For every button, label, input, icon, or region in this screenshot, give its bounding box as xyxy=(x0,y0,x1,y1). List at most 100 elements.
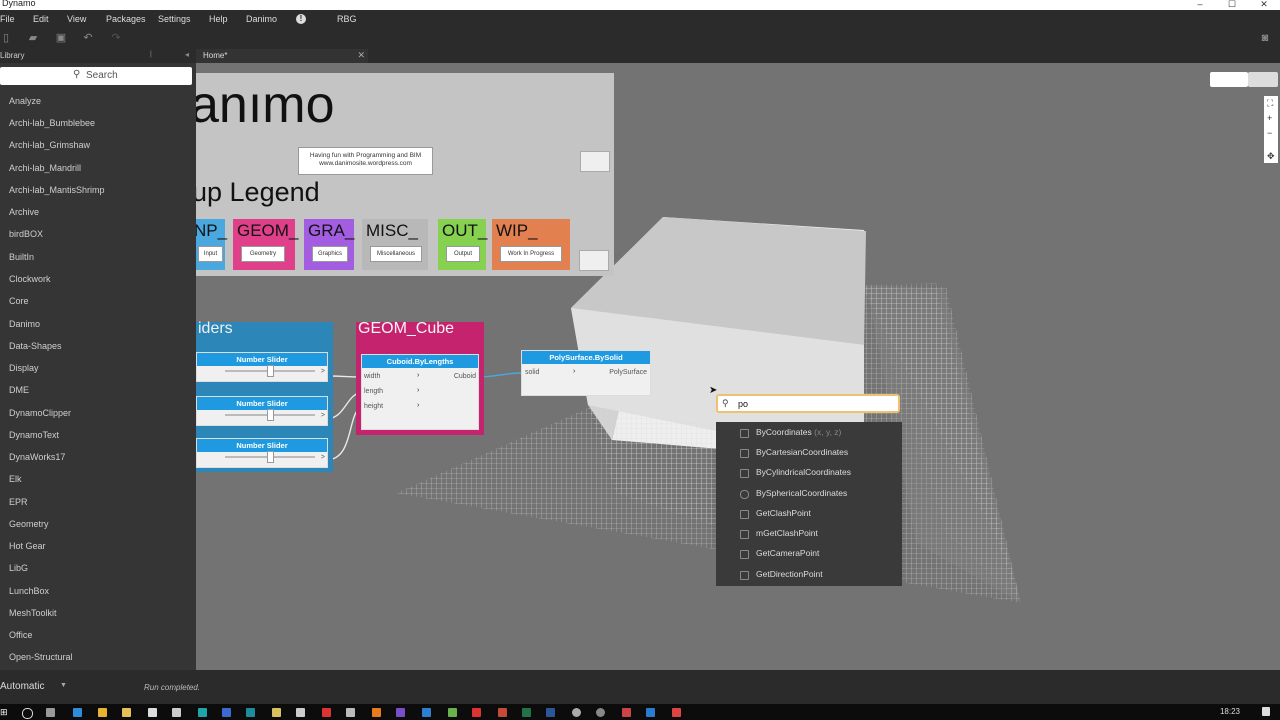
app-icon[interactable] xyxy=(246,708,255,717)
library-item-meshtoolkit[interactable]: MeshToolkit xyxy=(9,608,57,618)
maximize-button[interactable]: ☐ xyxy=(1216,0,1248,10)
fit-view-icon[interactable]: ⛶ xyxy=(1267,98,1273,109)
library-item-dynamotext[interactable]: DynamoText xyxy=(9,430,59,440)
alert-icon[interactable]: ! xyxy=(296,14,306,24)
menu-packages[interactable]: Packages xyxy=(106,14,146,24)
new-file-icon[interactable]: ▯ xyxy=(0,32,12,44)
save-icon[interactable]: ▣ xyxy=(55,32,67,44)
library-item-display[interactable]: Display xyxy=(9,363,39,373)
output-port-cuboid[interactable]: Cuboid xyxy=(454,373,476,380)
input-port-solid[interactable]: solid xyxy=(525,369,539,376)
app-icon[interactable] xyxy=(272,708,281,717)
output-port-polysurface[interactable]: PolySurface xyxy=(609,369,647,376)
number-slider-node[interactable]: Number Slider > xyxy=(196,352,328,382)
search-result-item[interactable]: ByCartesianCoordinates xyxy=(756,447,848,457)
library-item-hot-gear[interactable]: Hot Gear xyxy=(9,541,46,551)
library-item-archi-lab-mandrill[interactable]: Archi-lab_Mandrill xyxy=(9,163,81,173)
menu-file[interactable]: File xyxy=(0,14,15,24)
library-search[interactable]: ⚲ Search xyxy=(0,67,192,85)
search-result-item[interactable]: mGetClashPoint xyxy=(756,528,818,538)
library-item-libg[interactable]: LibG xyxy=(9,563,28,573)
run-mode-dropdown[interactable]: Automatic xyxy=(0,681,44,692)
menu-settings[interactable]: Settings xyxy=(158,14,191,24)
slider-thumb[interactable] xyxy=(267,451,274,463)
tab-close-icon[interactable]: ✕ xyxy=(357,50,365,61)
minimize-button[interactable]: – xyxy=(1184,0,1216,10)
library-item-dynamoclipper[interactable]: DynamoClipper xyxy=(9,408,71,418)
menu-help[interactable]: Help xyxy=(209,14,228,24)
cuboid-node[interactable]: Cuboid.ByLengths width length height › ›… xyxy=(361,354,479,430)
explorer-icon[interactable] xyxy=(122,708,131,717)
pan-icon[interactable]: ✥ xyxy=(1264,151,1278,163)
app-icon[interactable] xyxy=(346,708,355,717)
library-item-geometry[interactable]: Geometry xyxy=(9,519,49,529)
close-button[interactable]: ✕ xyxy=(1248,0,1280,10)
revit-icon[interactable] xyxy=(222,708,231,717)
menu-rbg[interactable]: RBG xyxy=(337,14,357,24)
collapse-icon[interactable]: ◂ xyxy=(185,50,189,59)
search-result-item[interactable]: ByCylindricalCoordinates xyxy=(756,467,851,477)
pin-icon[interactable]: | xyxy=(150,51,152,58)
tab-home[interactable]: Home* ✕ xyxy=(196,49,368,63)
search-result-item[interactable]: GetDirectionPoint xyxy=(756,569,823,579)
library-item-dynaworks17[interactable]: DynaWorks17 xyxy=(9,452,65,462)
app-icon[interactable] xyxy=(572,708,581,717)
app-icon[interactable] xyxy=(372,708,381,717)
visual-studio-icon[interactable] xyxy=(396,708,405,717)
powerpoint-icon[interactable] xyxy=(498,708,507,717)
camera-icon[interactable]: ◙ xyxy=(1259,32,1271,44)
mail-icon[interactable] xyxy=(172,708,181,717)
library-item-office[interactable]: Office xyxy=(9,630,32,640)
app-icon[interactable] xyxy=(596,708,605,717)
geometry-view-toggle[interactable] xyxy=(1248,72,1278,87)
library-item-elk[interactable]: Elk xyxy=(9,474,22,484)
menu-edit[interactable]: Edit xyxy=(33,14,49,24)
menu-danimo[interactable]: Danimo xyxy=(246,14,277,24)
library-item-open-structural[interactable]: Open-Structural xyxy=(9,652,73,662)
polysurface-node[interactable]: PolySurface.BySolid solid › PolySurface xyxy=(521,350,651,396)
search-result-item[interactable]: ByCoordinates (x, y, z) xyxy=(756,427,841,437)
library-item-builtin[interactable]: BuiltIn xyxy=(9,252,34,262)
input-port-height[interactable]: height xyxy=(364,403,383,410)
task-view-icon[interactable] xyxy=(46,708,55,717)
library-item-archi-lab-mantisshrimp[interactable]: Archi-lab_MantisShrimp xyxy=(9,185,105,195)
workspace-canvas[interactable]: anımo Having fun with Programming and BI… xyxy=(196,63,1280,670)
input-port-length[interactable]: length xyxy=(364,388,383,395)
dynamo-icon[interactable] xyxy=(672,708,681,717)
app-icon[interactable] xyxy=(322,708,331,717)
input-port-width[interactable]: width xyxy=(364,373,380,380)
app-icon[interactable] xyxy=(198,708,207,717)
redo-icon[interactable]: ↷ xyxy=(110,32,122,44)
expand-chevron-icon[interactable]: > xyxy=(321,368,325,375)
app-icon[interactable] xyxy=(622,708,631,717)
slider-thumb[interactable] xyxy=(267,409,274,421)
search-icon[interactable] xyxy=(22,708,33,719)
chrome-icon[interactable] xyxy=(98,708,107,717)
search-result-item[interactable]: GetCameraPoint xyxy=(756,548,819,558)
undo-icon[interactable]: ↶ xyxy=(82,32,94,44)
slider-thumb[interactable] xyxy=(267,365,274,377)
library-item-danimo[interactable]: Danimo xyxy=(9,319,40,329)
search-result-item[interactable]: BySphericalCoordinates xyxy=(756,488,847,498)
library-item-dme[interactable]: DME xyxy=(9,385,29,395)
number-slider-node[interactable]: Number Slider > xyxy=(196,396,328,426)
vscode-icon[interactable] xyxy=(422,708,431,717)
word-icon[interactable] xyxy=(546,708,555,717)
library-item-data-shapes[interactable]: Data-Shapes xyxy=(9,341,62,351)
zoom-in-icon[interactable]: + xyxy=(1267,113,1272,123)
store-icon[interactable] xyxy=(148,708,157,717)
excel-icon[interactable] xyxy=(522,708,531,717)
photoshop-icon[interactable] xyxy=(646,708,655,717)
search-result-item[interactable]: GetClashPoint xyxy=(756,508,811,518)
library-item-birdbox[interactable]: birdBOX xyxy=(9,229,43,239)
open-file-icon[interactable]: ▰ xyxy=(27,32,39,44)
windows-start-icon[interactable]: ⊞ xyxy=(0,707,8,718)
library-item-clockwork[interactable]: Clockwork xyxy=(9,274,51,284)
library-item-core[interactable]: Core xyxy=(9,296,29,306)
library-item-archi-lab-bumblebee[interactable]: Archi-lab_Bumblebee xyxy=(9,118,95,128)
library-item-lunchbox[interactable]: LunchBox xyxy=(9,586,49,596)
node-search-input[interactable]: ⚲ po xyxy=(716,394,900,413)
app-icon[interactable] xyxy=(448,708,457,717)
library-item-archive[interactable]: Archive xyxy=(9,207,39,217)
menu-view[interactable]: View xyxy=(67,14,86,24)
